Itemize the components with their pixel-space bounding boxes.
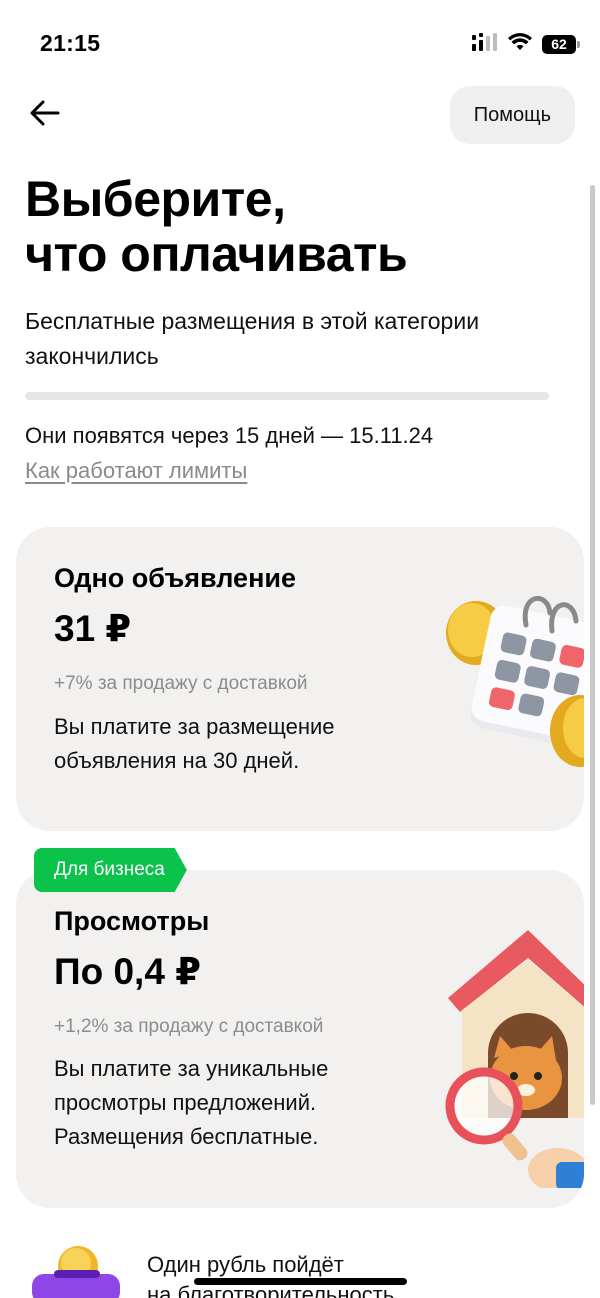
- divider: [25, 392, 549, 400]
- option-card-single-ad[interactable]: Одно объявление 31 ₽ +7% за продажу с до…: [16, 527, 584, 831]
- calendar-coins-icon: [440, 563, 584, 773]
- help-button[interactable]: Помощь: [449, 86, 575, 144]
- back-button[interactable]: [22, 92, 68, 138]
- option-fee: +1,2% за продажу с доставкой: [54, 1016, 324, 1037]
- option-card-views[interactable]: Просмотры По 0,4 ₽ +1,2% за продажу с до…: [16, 870, 584, 1208]
- limits-link[interactable]: Как работают лимиты: [25, 456, 247, 486]
- piggy-bank-coin-icon: [32, 1246, 124, 1298]
- status-time: 21:15: [40, 30, 101, 56]
- battery-icon: 62: [542, 34, 580, 54]
- option-title: Просмотры: [54, 906, 210, 936]
- option-price: По 0,4 ₽: [54, 951, 201, 992]
- option-fee: +7% за продажу с доставкой: [54, 673, 308, 694]
- cellular-signal-icon: [472, 32, 498, 56]
- page-subtitle: Бесплатные размещения в этой категории з…: [25, 308, 480, 369]
- option-description: Вы платите за размещение объявления на 3…: [54, 714, 335, 773]
- limits-info: Они появятся через 15 дней — 15.11.24: [25, 423, 434, 448]
- option-price: 31 ₽: [54, 608, 132, 649]
- home-indicator[interactable]: [194, 1278, 407, 1285]
- status-bar: 21:15 62: [0, 0, 600, 88]
- status-icons: 62: [472, 32, 580, 56]
- option-description: Вы платите за уникальные просмотры предл…: [54, 1056, 329, 1149]
- page-title-line-1: Выберите,: [25, 171, 286, 227]
- page-title-line-2: что оплачивать: [25, 226, 408, 282]
- option-title: Одно объявление: [54, 563, 296, 593]
- business-badge: Для бизнеса: [34, 848, 187, 892]
- charity-text: Один рубль пойдёт на благотворительность: [147, 1252, 395, 1298]
- doghouse-magnifier-icon: [438, 918, 584, 1192]
- page-title: Выберите, что оплачивать: [25, 172, 575, 282]
- wifi-icon: [508, 32, 532, 56]
- arrow-left-icon: [30, 100, 60, 131]
- battery-level: 62: [542, 34, 576, 54]
- scrollbar[interactable]: [590, 185, 595, 1105]
